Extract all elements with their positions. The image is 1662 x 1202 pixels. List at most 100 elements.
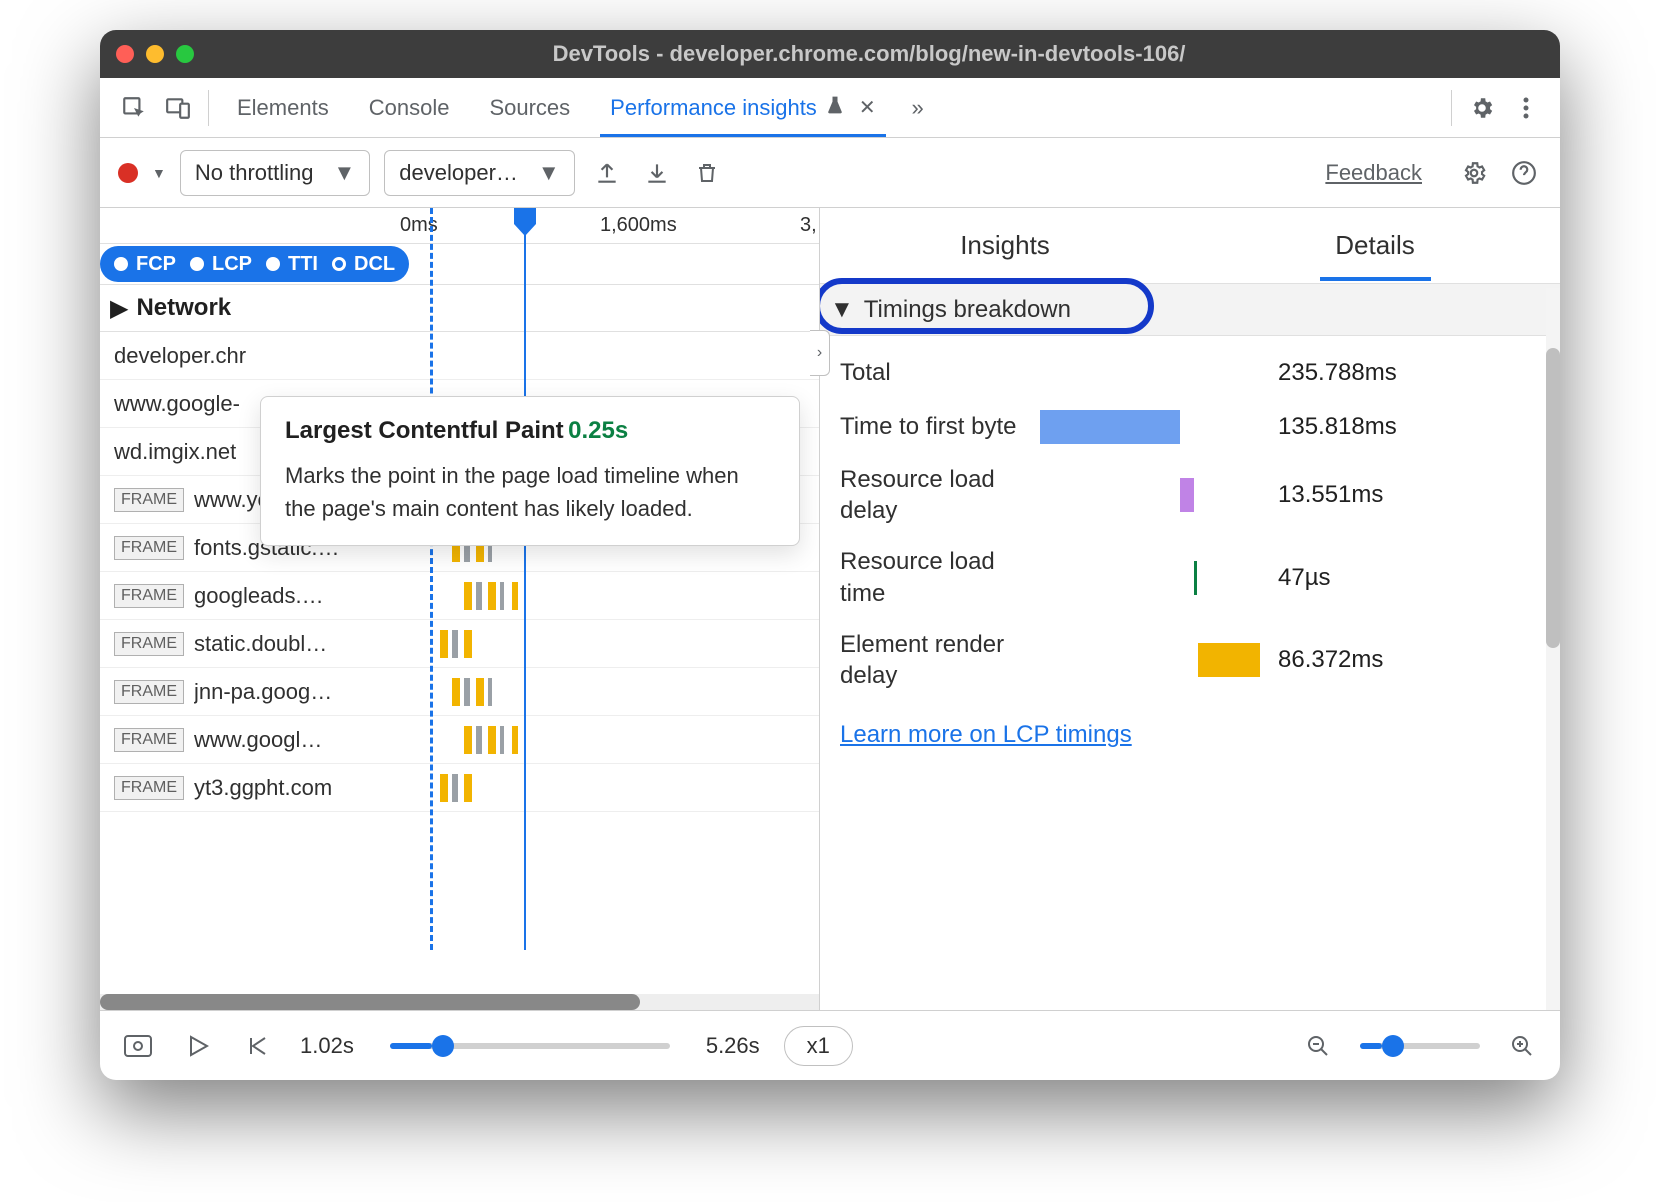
help-icon[interactable] xyxy=(1506,155,1542,191)
record-options-chevron-icon[interactable]: ▼ xyxy=(152,165,166,181)
network-host: www.google- xyxy=(114,391,240,417)
footer: 1.02s 5.26s x1 xyxy=(100,1010,1560,1080)
time-slider[interactable] xyxy=(390,1043,670,1049)
panel-settings-gear-icon[interactable] xyxy=(1456,155,1492,191)
marker-lcp: LCP xyxy=(212,253,252,276)
timing-label: Time to first byte xyxy=(840,411,1040,442)
tooltip-description: Marks the point in the page load timelin… xyxy=(285,459,775,525)
timing-value: 135.818ms xyxy=(1278,413,1397,441)
tab-console[interactable]: Console xyxy=(349,78,470,137)
network-host: www.googl… xyxy=(194,727,322,753)
content: 0ms 1,600ms 3, FCP LCP TTI DCL ▶ Network xyxy=(100,208,1560,1010)
network-row[interactable]: FRAMEyt3.ggpht.com xyxy=(100,764,819,812)
ruler-tick: 1,600ms xyxy=(600,214,677,237)
zoom-level[interactable]: x1 xyxy=(784,1026,853,1066)
metric-pill[interactable]: FCP LCP TTI DCL xyxy=(100,246,409,282)
tab-elements[interactable]: Elements xyxy=(217,78,349,137)
tab-performance-insights[interactable]: Performance insights ✕ xyxy=(590,78,895,137)
scrollbar-thumb[interactable] xyxy=(100,994,640,1010)
timing-row: Resource load delay13.551ms xyxy=(840,454,1540,536)
import-icon[interactable] xyxy=(639,155,675,191)
frame-badge: FRAME xyxy=(114,680,184,704)
timings-list: Total235.788msTime to first byte135.818m… xyxy=(820,336,1560,769)
expand-triangle-icon: ▶ xyxy=(110,294,128,323)
details-panel: Insights Details ▼ Timings breakdown Tot… xyxy=(820,208,1560,1010)
kebab-menu-icon[interactable] xyxy=(1504,86,1548,130)
panel-expand-toggle[interactable]: › xyxy=(810,330,830,376)
collapse-triangle-icon: ▼ xyxy=(830,296,854,324)
frame-badge: FRAME xyxy=(114,728,184,752)
network-row[interactable]: FRAME googleads.… xyxy=(100,572,819,620)
maximize-window-button[interactable] xyxy=(176,45,194,63)
timings-header-label: Timings breakdown xyxy=(864,296,1071,324)
export-icon[interactable] xyxy=(589,155,625,191)
frame-badge: FRAME xyxy=(114,488,184,512)
throttling-select[interactable]: No throttling ▼ xyxy=(180,150,370,196)
throttling-value: No throttling xyxy=(195,160,314,186)
network-section-header[interactable]: ▶ Network xyxy=(100,284,819,332)
tab-label: Performance insights xyxy=(610,95,817,121)
network-host: static.doubl… xyxy=(194,631,327,657)
marker-dcl: DCL xyxy=(354,253,395,276)
lcp-tooltip: Largest Contentful Paint 0.25s Marks the… xyxy=(260,396,800,546)
toggle-view-icon[interactable] xyxy=(120,1028,156,1064)
marker-fcp: FCP xyxy=(136,253,176,276)
ruler-tick: 3, xyxy=(800,214,817,237)
device-toggle-icon[interactable] xyxy=(156,86,200,130)
zoom-slider[interactable] xyxy=(1360,1043,1480,1049)
current-time: 1.02s xyxy=(300,1033,354,1059)
timings-breakdown-header[interactable]: ▼ Timings breakdown xyxy=(820,284,1560,336)
feedback-link[interactable]: Feedback xyxy=(1325,160,1422,186)
markers-row: FCP LCP TTI DCL xyxy=(100,244,819,284)
tab-sources[interactable]: Sources xyxy=(469,78,590,137)
page-select[interactable]: developer… ▼ xyxy=(384,150,574,196)
network-row[interactable]: FRAME www.googl… xyxy=(100,716,819,764)
inspect-icon[interactable] xyxy=(112,86,156,130)
time-ruler[interactable]: 0ms 1,600ms 3, xyxy=(100,208,819,244)
rewind-icon[interactable] xyxy=(240,1028,276,1064)
learn-more-link[interactable]: Learn more on LCP timings xyxy=(840,721,1132,749)
marker-tti: TTI xyxy=(288,253,318,276)
timing-row: Element render delay86.372ms xyxy=(840,619,1540,701)
window-title: DevTools - developer.chrome.com/blog/new… xyxy=(194,41,1544,67)
network-host: developer.chr xyxy=(114,343,246,369)
titlebar: DevTools - developer.chrome.com/blog/new… xyxy=(100,30,1560,78)
play-icon[interactable] xyxy=(180,1028,216,1064)
insights-tabs: Insights Details xyxy=(820,208,1560,284)
more-tabs-icon[interactable]: » xyxy=(896,86,940,130)
record-button[interactable] xyxy=(118,163,138,183)
delete-icon[interactable] xyxy=(689,155,725,191)
network-row[interactable]: developer.chr xyxy=(100,332,819,380)
close-window-button[interactable] xyxy=(116,45,134,63)
divider xyxy=(1451,90,1452,126)
timing-value: 235.788ms xyxy=(1278,359,1397,387)
window-controls xyxy=(116,45,194,63)
vertical-scrollbar[interactable] xyxy=(1546,288,1560,1010)
tooltip-title: Largest Contentful Paint xyxy=(285,417,564,444)
network-row[interactable]: FRAMEstatic.doubl… xyxy=(100,620,819,668)
tab-insights[interactable]: Insights xyxy=(820,208,1190,283)
network-row[interactable]: FRAME jnn-pa.goog… xyxy=(100,668,819,716)
zoom-in-icon[interactable] xyxy=(1504,1028,1540,1064)
close-tab-icon[interactable]: ✕ xyxy=(859,95,876,120)
timing-label: Resource load time xyxy=(840,546,1040,608)
playhead-line xyxy=(524,208,526,950)
settings-gear-icon[interactable] xyxy=(1460,86,1504,130)
tab-details[interactable]: Details xyxy=(1190,208,1560,283)
fcp-guideline xyxy=(430,208,433,950)
network-host: googleads.… xyxy=(194,583,324,609)
timeline-panel: 0ms 1,600ms 3, FCP LCP TTI DCL ▶ Network xyxy=(100,208,820,1010)
zoom-out-icon[interactable] xyxy=(1300,1028,1336,1064)
timing-value: 47µs xyxy=(1278,564,1331,592)
frame-badge: FRAME xyxy=(114,584,184,608)
minimize-window-button[interactable] xyxy=(146,45,164,63)
timing-row: Time to first byte 135.818ms xyxy=(840,400,1540,454)
scrollbar-thumb[interactable] xyxy=(1546,348,1560,648)
tooltip-value: 0.25s xyxy=(568,417,628,444)
flask-icon xyxy=(825,95,845,121)
network-host: jnn-pa.goog… xyxy=(194,679,332,705)
timing-value: 13.551ms xyxy=(1278,481,1383,509)
timing-label: Element render delay xyxy=(840,629,1040,691)
chevron-down-icon: ▼ xyxy=(333,160,355,186)
horizontal-scrollbar[interactable] xyxy=(100,994,819,1010)
